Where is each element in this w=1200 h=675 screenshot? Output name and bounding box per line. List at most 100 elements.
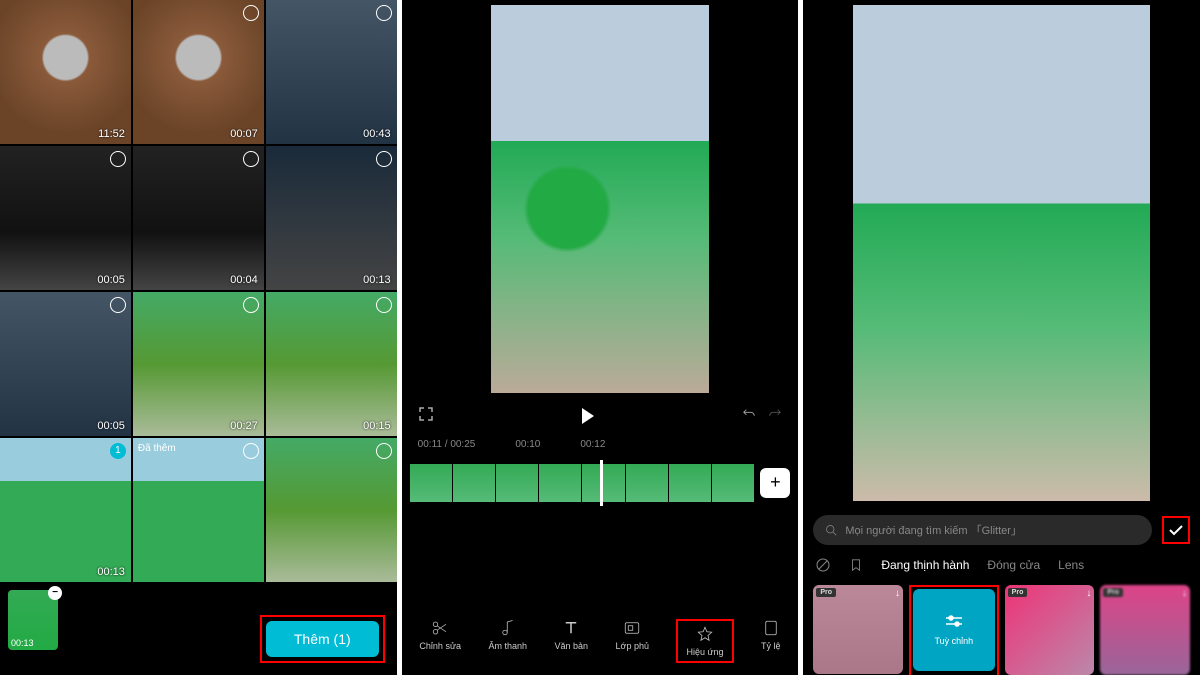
added-tag: Đã thêm: [138, 443, 176, 454]
none-icon[interactable]: [815, 557, 831, 573]
text-icon: [562, 619, 580, 637]
effect-custom[interactable]: Tuỳ chỉnh g bóng thu phó: [913, 589, 995, 675]
player-controls: [402, 398, 799, 435]
time-current: 00:11: [418, 439, 442, 450]
tool-edit[interactable]: Chỉnh sửa: [419, 619, 461, 663]
select-circle[interactable]: [243, 443, 259, 459]
search-row: Mọi người đang tìm kiếm 「Glitter」: [803, 509, 1200, 551]
pro-badge: Pro: [1103, 588, 1123, 597]
redo-icon[interactable]: [768, 407, 782, 421]
download-icon: ↓: [1086, 588, 1091, 599]
effect-item[interactable]: Pro↓ Lặp lại lắc: [1100, 585, 1190, 675]
search-placeholder: Mọi người đang tìm kiếm 「Glitter」: [845, 522, 1022, 538]
select-circle[interactable]: [243, 151, 259, 167]
tool-label: Âm thanh: [488, 641, 527, 651]
effect-item[interactable]: Pro↓ Flash trắng ii: [1005, 585, 1095, 675]
download-icon: ↓: [1182, 588, 1187, 599]
tool-effects[interactable]: Hiệu ứng: [686, 625, 723, 657]
duration: 00:13: [363, 274, 391, 286]
effects-grid: Pro↓ Rò rỉ tập trung Tuỳ chỉnh g bóng th…: [803, 579, 1200, 675]
select-circle[interactable]: [110, 297, 126, 313]
duration: 00:05: [97, 274, 125, 286]
video-thumb[interactable]: 1 00:13: [0, 438, 131, 582]
select-circle[interactable]: [376, 5, 392, 21]
pro-badge: Pro: [1008, 588, 1028, 597]
bookmark-icon[interactable]: [849, 558, 863, 572]
screen-effects: Mọi người đang tìm kiếm 「Glitter」 Đang t…: [803, 0, 1200, 675]
video-thumb[interactable]: 00:15: [266, 292, 397, 436]
add-button-highlight: Thêm (1): [260, 615, 385, 663]
tab-lens[interactable]: Lens: [1058, 558, 1084, 572]
tab-trending[interactable]: Đang thịnh hành: [881, 558, 969, 572]
tool-label: Hiệu ứng: [686, 647, 723, 657]
duration: 00:07: [230, 128, 258, 140]
tool-audio[interactable]: Âm thanh: [488, 619, 527, 663]
select-circle[interactable]: [376, 151, 392, 167]
video-thumb[interactable]: [266, 438, 397, 582]
video-thumb[interactable]: 00:04: [133, 146, 264, 290]
select-circle[interactable]: [376, 297, 392, 313]
duration: 00:27: [230, 420, 258, 432]
add-button[interactable]: Thêm (1): [266, 621, 379, 657]
select-circle[interactable]: [376, 443, 392, 459]
select-circle[interactable]: [243, 5, 259, 21]
remove-icon[interactable]: −: [48, 586, 62, 600]
time-total: 00:25: [450, 439, 475, 450]
video-thumb[interactable]: 00:05: [0, 146, 131, 290]
tab-closing[interactable]: Đóng cửa: [987, 558, 1040, 572]
duration: 00:13: [11, 638, 34, 648]
pro-badge: Pro: [816, 588, 836, 597]
video-preview[interactable]: [853, 5, 1151, 501]
select-circle-picked[interactable]: 1: [110, 443, 126, 459]
search-icon: [825, 524, 837, 536]
tool-label: Văn bản: [555, 641, 589, 651]
scissors-icon: [431, 619, 449, 637]
duration: 00:13: [97, 566, 125, 578]
duration: 00:04: [230, 274, 258, 286]
video-thumb[interactable]: 00:13: [266, 146, 397, 290]
tool-ratio[interactable]: Tỷ lệ: [761, 619, 781, 663]
video-thumb[interactable]: 00:43: [266, 0, 397, 144]
tool-effects-highlight: Hiệu ứng: [676, 619, 733, 663]
sliders-icon: [944, 613, 964, 632]
tool-label: Chỉnh sửa: [419, 641, 461, 651]
duration: 00:15: [363, 420, 391, 432]
confirm-button-highlight: [1162, 516, 1190, 544]
video-thumb[interactable]: 00:07: [133, 0, 264, 144]
duration: 00:05: [97, 420, 125, 432]
video-thumb[interactable]: 00:05: [0, 292, 131, 436]
ratio-icon: [762, 619, 780, 637]
undo-redo: [742, 407, 782, 426]
video-preview[interactable]: [491, 5, 709, 393]
time-mark: 00:10: [515, 439, 540, 450]
undo-icon[interactable]: [742, 407, 756, 421]
tool-overlay[interactable]: Lớp phủ: [616, 619, 649, 663]
select-circle[interactable]: [110, 151, 126, 167]
star-icon: [696, 625, 714, 643]
screen-editor: 00:11 / 00:25 00:10 00:12 + Chỉnh sửa Âm…: [402, 0, 799, 675]
tool-text[interactable]: Văn bản: [555, 619, 589, 663]
effect-custom-highlight: Tuỳ chỉnh g bóng thu phó: [909, 585, 999, 675]
select-circle[interactable]: [243, 297, 259, 313]
play-icon[interactable]: [582, 408, 594, 424]
video-thumb[interactable]: 11:52: [0, 0, 131, 144]
fullscreen-icon[interactable]: [418, 406, 434, 427]
check-icon[interactable]: [1166, 520, 1186, 540]
bottom-toolbar: Chỉnh sửa Âm thanh Văn bản Lớp phủ Hiệu …: [402, 607, 799, 675]
video-thumb[interactable]: Đã thêm: [133, 438, 264, 582]
playhead[interactable]: [600, 460, 603, 506]
tool-label: Lớp phủ: [616, 641, 649, 651]
clip-strip[interactable]: [410, 464, 755, 502]
screen-gallery: 11:52 00:07 00:43 00:05 00:04 00:13 00:0…: [0, 0, 397, 675]
selected-thumb[interactable]: − 00:13: [8, 590, 58, 650]
video-gallery: 11:52 00:07 00:43 00:05 00:04 00:13 00:0…: [0, 0, 397, 582]
effect-tabs: Đang thịnh hành Đóng cửa Lens: [803, 551, 1200, 579]
add-clip-button[interactable]: +: [760, 468, 790, 498]
overlay-icon: [623, 619, 641, 637]
video-thumb[interactable]: 00:27: [133, 292, 264, 436]
timeline[interactable]: +: [402, 464, 799, 502]
custom-label: Tuỳ chỉnh: [934, 636, 973, 646]
effect-item[interactable]: Pro↓ Rò rỉ tập trung: [813, 585, 903, 675]
search-input[interactable]: Mọi người đang tìm kiếm 「Glitter」: [813, 515, 1152, 545]
duration: 11:52: [98, 128, 125, 140]
